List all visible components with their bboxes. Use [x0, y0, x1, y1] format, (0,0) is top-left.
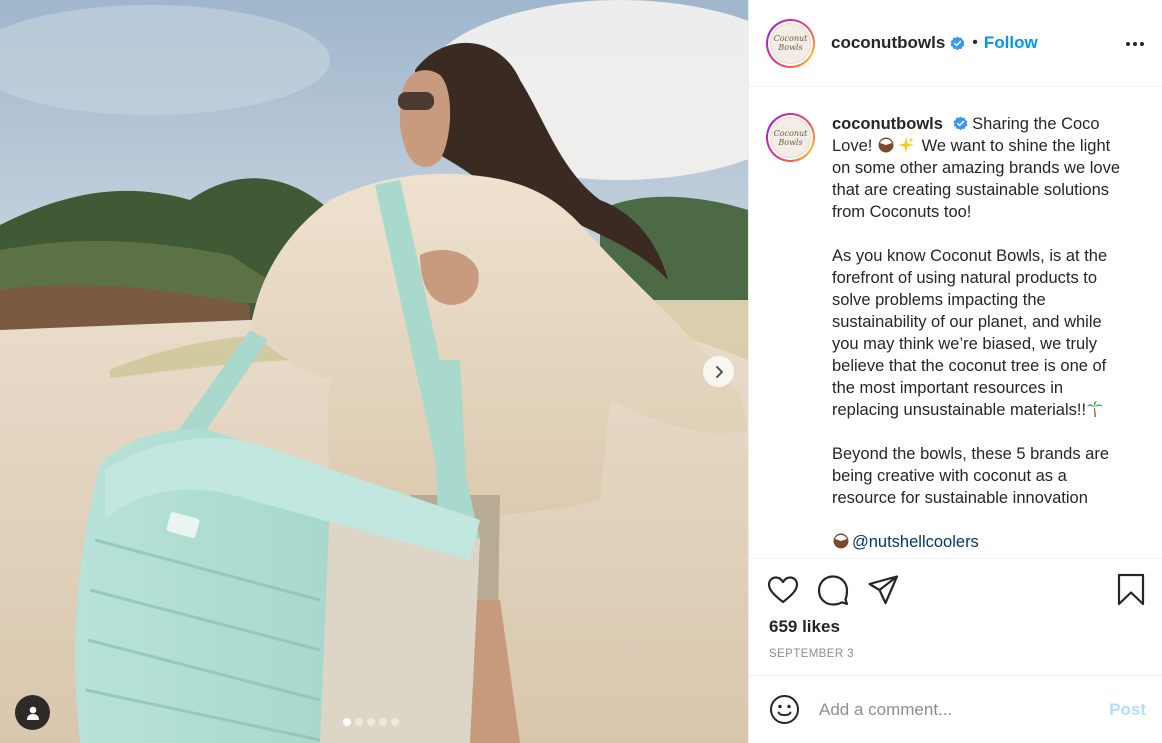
post-side-panel: Coconut Bowls coconutbowls • Follow Coco… [748, 0, 1162, 743]
caption-text: coconutbowls Sharing the Coco Love! We w… [832, 113, 1132, 558]
caption-paragraph: @nutshellcoolers [832, 531, 1132, 553]
logo-text: Coconut [773, 128, 808, 138]
caption-line: As you know Coconut Bowls, is at the for… [832, 247, 1108, 419]
verified-badge-icon [950, 36, 965, 50]
caption-line: We want to shine the light on some other… [832, 137, 1120, 221]
user-tag-icon [26, 706, 39, 720]
comments-area[interactable]: Coconut Bowls coconutbowls Sharing the C… [749, 88, 1162, 558]
carousel-indicator [343, 718, 399, 726]
caption-line: Beyond the bowls, these 5 brands are bei… [832, 445, 1110, 507]
post-actions: 659 likes SEPTEMBER 3 [749, 558, 1162, 675]
verified-badge-icon [953, 116, 967, 131]
mention-link[interactable]: @nutshellcoolers [852, 533, 979, 551]
avatar: Coconut Bowls [770, 22, 811, 64]
logo-text: Bowls [778, 137, 803, 147]
heart-icon[interactable] [766, 573, 800, 607]
palm-tree-emoji [1087, 401, 1104, 417]
sparkles-emoji [897, 137, 914, 153]
carousel-dot [391, 718, 399, 726]
carousel-dot [343, 718, 351, 726]
post-photo [0, 0, 748, 743]
carousel-dot [367, 718, 375, 726]
carousel-dot [379, 718, 387, 726]
follow-button[interactable]: Follow [984, 33, 1038, 53]
bookmark-icon[interactable] [1114, 573, 1148, 607]
story-ring[interactable]: Coconut Bowls [766, 113, 815, 162]
smiley-icon[interactable] [769, 694, 800, 725]
caption-username[interactable]: coconutbowls [832, 115, 943, 133]
coconut-emoji [878, 137, 894, 153]
tagged-users-button[interactable] [15, 695, 50, 730]
post-comment-button[interactable]: Post [1109, 700, 1146, 720]
comment-icon[interactable] [816, 573, 850, 607]
logo-text: Coconut [773, 34, 808, 43]
share-icon[interactable] [866, 573, 900, 607]
separator-dot: • [972, 34, 978, 51]
header-username[interactable]: coconutbowls [831, 33, 945, 53]
story-ring[interactable]: Coconut Bowls [766, 18, 815, 68]
carousel-dot [355, 718, 363, 726]
post-date[interactable]: SEPTEMBER 3 [769, 648, 854, 660]
more-options-icon[interactable] [1124, 40, 1146, 48]
likes-count[interactable]: 659 likes [769, 617, 840, 637]
chevron-right-icon [715, 365, 723, 378]
add-comment-bar: Post [749, 675, 1162, 743]
post-media[interactable] [0, 0, 748, 743]
caption-comment: Coconut Bowls coconutbowls Sharing the C… [766, 113, 1162, 558]
caption-paragraph: As you know Coconut Bowls, is at the for… [832, 245, 1132, 421]
next-image-button[interactable] [703, 356, 734, 387]
avatar: Coconut Bowls [770, 117, 811, 158]
caption-paragraph: Beyond the bowls, these 5 brands are bei… [832, 443, 1132, 509]
coconut-emoji [833, 533, 849, 549]
logo-text: Bowls [778, 43, 803, 52]
comment-input[interactable] [819, 699, 1110, 720]
post-header: Coconut Bowls coconutbowls • Follow [749, 0, 1162, 87]
